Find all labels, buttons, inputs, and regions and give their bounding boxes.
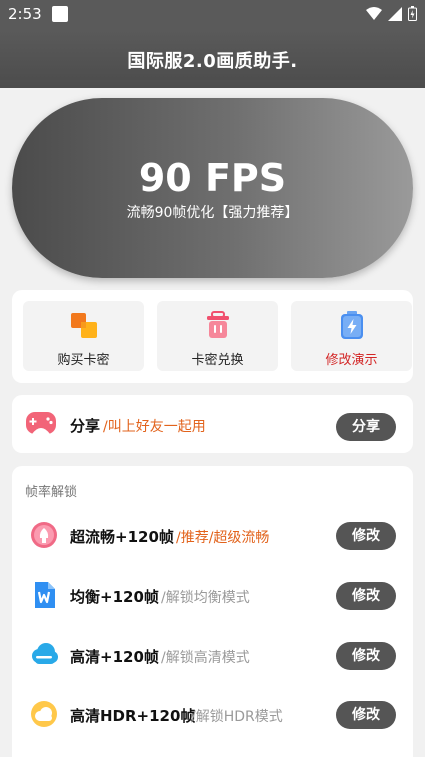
fps-value: 90 FPS xyxy=(138,156,287,200)
mode-desc: /推荐/超级流畅 xyxy=(176,530,270,546)
mode-title: 均衡+120帧 xyxy=(70,588,159,606)
redeem-key-button[interactable]: 卡密兑换 xyxy=(157,301,278,371)
mode-title: 高清HDR+120帧 xyxy=(70,707,196,725)
lightning-icon xyxy=(341,311,363,339)
peach-icon xyxy=(31,522,57,548)
sun-cloud-icon xyxy=(31,701,57,727)
cube-icon xyxy=(71,313,97,338)
mode-row-hdr: 高清HDR+120帧 /解锁HDR模式 修改 xyxy=(12,695,413,735)
mode-row-balanced: 均衡+120帧 /解锁均衡模式 修改 xyxy=(12,576,413,616)
signal-icon xyxy=(388,6,402,21)
section-title: 帧率解锁 xyxy=(25,485,78,500)
frame-unlock-card: 帧率解锁 超流畅+120帧 /推荐/超级流畅 修改 均衡+120帧 /解锁均衡模… xyxy=(12,466,413,757)
game-controller-icon xyxy=(26,412,56,434)
status-icons xyxy=(366,6,417,21)
app-header: 国际服2.0画质助手. xyxy=(0,30,425,88)
mode-desc: /解锁均衡模式 xyxy=(161,590,250,606)
demo-button[interactable]: 修改演示 xyxy=(291,301,412,371)
cloud-icon xyxy=(32,643,58,664)
mode-desc: /解锁高清模式 xyxy=(161,650,250,666)
modify-button[interactable]: 修改 xyxy=(336,582,396,610)
battery-icon xyxy=(408,6,417,21)
mode-title: 高清+120帧 xyxy=(70,648,159,666)
redeem-key-label: 卡密兑换 xyxy=(191,353,244,368)
fps-hero-banner[interactable]: 90 FPS 流畅90帧优化【强力推荐】 xyxy=(12,98,413,278)
mode-row-ultra: 超流畅+120帧 /推荐/超级流畅 修改 xyxy=(12,516,413,556)
wifi-icon xyxy=(366,6,382,20)
share-title: 分享 xyxy=(70,417,101,435)
mode-row-hd: 高清+120帧 /解锁高清模式 修改 xyxy=(12,636,413,676)
share-desc: /叫上好友一起用 xyxy=(103,419,206,435)
action-card: 购买卡密 卡密兑换 修改演示 xyxy=(12,290,413,383)
share-card: 分享 /叫上好友一起用 分享 xyxy=(12,395,413,453)
status-bar: 2:53 xyxy=(0,0,425,30)
fps-subtitle: 流畅90帧优化【强力推荐】 xyxy=(126,205,299,221)
document-w-icon xyxy=(35,582,55,608)
mode-title: 超流畅+120帧 xyxy=(70,528,174,546)
notification-icon xyxy=(52,6,68,22)
demo-label: 修改演示 xyxy=(325,353,378,368)
modify-button[interactable]: 修改 xyxy=(336,522,396,550)
modify-button[interactable]: 修改 xyxy=(336,701,396,729)
share-button[interactable]: 分享 xyxy=(336,413,396,441)
status-time: 2:53 xyxy=(8,5,42,23)
mode-desc: /解锁HDR模式 xyxy=(191,709,283,725)
trash-icon xyxy=(207,311,229,338)
app-title: 国际服2.0画质助手. xyxy=(127,51,298,72)
modify-button[interactable]: 修改 xyxy=(336,642,396,670)
buy-key-label: 购买卡密 xyxy=(57,353,110,368)
buy-key-button[interactable]: 购买卡密 xyxy=(23,301,144,371)
